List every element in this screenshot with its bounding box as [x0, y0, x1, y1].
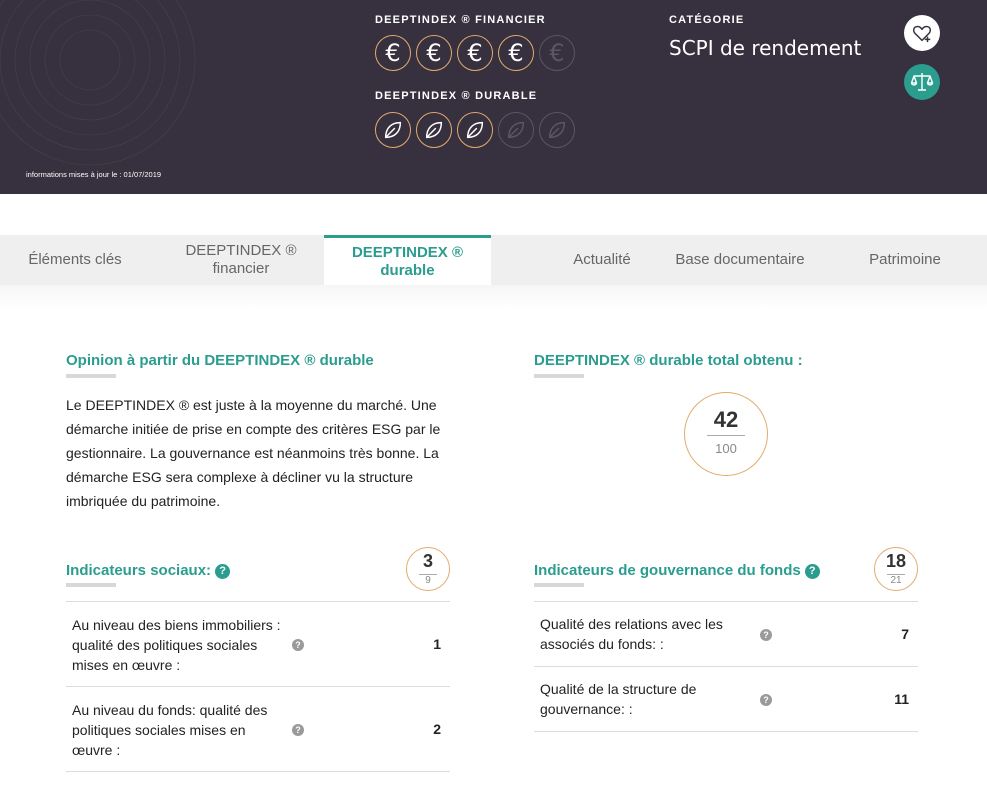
- opinion-title: Opinion à partir du DEEPTINDEX ® durable: [66, 352, 374, 369]
- help-icon[interactable]: ?: [760, 694, 772, 706]
- social-indicators-table: Au niveau des biens immobiliers : qualit…: [66, 601, 450, 772]
- indicator-value: 1: [433, 636, 441, 652]
- gouvernance-max: 21: [890, 575, 902, 586]
- durable-rating: [375, 112, 575, 148]
- leaf-icon-inactive: [498, 112, 534, 148]
- social-title-text: Indicateurs sociaux:: [66, 562, 212, 579]
- title-underline: [66, 374, 116, 378]
- balance-scale-icon: [910, 73, 934, 91]
- table-bottom-border: [66, 771, 450, 772]
- help-icon[interactable]: ?: [760, 629, 772, 641]
- financier-label: DEEPTINDEX ® FINANCIER: [375, 14, 546, 26]
- social-score-badge: 3 9: [406, 547, 450, 591]
- table-row: Au niveau des biens immobiliers : qualit…: [66, 601, 450, 686]
- help-icon[interactable]: ?: [804, 563, 820, 579]
- gouvernance-title-text: Indicateurs de gouvernance du fonds: [534, 562, 801, 579]
- indicator-label: Qualité des relations avec les associés …: [540, 616, 723, 652]
- financier-rating: € € € € €: [375, 35, 575, 71]
- categorie-value: SCPI de rendement: [669, 36, 862, 60]
- leaf-icon: [457, 112, 493, 148]
- tab-shadow: [0, 285, 987, 309]
- opinion-text: Le DEEPTINDEX ® est juste à la moyenne d…: [66, 397, 441, 509]
- table-row: Au niveau du fonds: qualité des politiqu…: [66, 686, 450, 771]
- gouvernance-indicators-table: Qualité des relations avec les associés …: [534, 601, 918, 732]
- tab-patrimoine[interactable]: Patrimoine: [850, 235, 960, 285]
- durable-label: DEEPTINDEX ® DURABLE: [375, 90, 538, 102]
- title-underline: [534, 374, 584, 378]
- total-title: DEEPTINDEX ® durable total obtenu :: [534, 352, 803, 369]
- total-max: 100: [715, 441, 737, 456]
- help-icon[interactable]: ?: [292, 724, 304, 736]
- title-underline: [534, 583, 584, 587]
- indicator-value: 2: [433, 721, 441, 737]
- euro-icon: €: [416, 35, 452, 71]
- tab-base-documentaire[interactable]: Base documentaire: [656, 235, 824, 285]
- indicator-label: Qualité de la structure de gouvernance: …: [540, 681, 697, 717]
- compare-button[interactable]: [904, 64, 940, 100]
- euro-icon: €: [498, 35, 534, 71]
- fund-header: DEEPTINDEX ® FINANCIER € € € € € DEEPTIN…: [0, 0, 987, 194]
- tab-deeptindex-durable[interactable]: DEEPTINDEX ® durable: [324, 235, 491, 285]
- update-date: informations mises à jour le : 01/07/201…: [26, 170, 162, 179]
- table-row: Qualité des relations avec les associés …: [534, 601, 918, 666]
- help-icon[interactable]: ?: [215, 563, 231, 579]
- leaf-icon: [375, 112, 411, 148]
- leaf-icon: [416, 112, 452, 148]
- social-score: 3: [422, 551, 433, 571]
- indicator-label: Au niveau du fonds: qualité des politiqu…: [72, 702, 268, 758]
- euro-icon: €: [375, 35, 411, 71]
- help-icon[interactable]: ?: [292, 639, 304, 651]
- tab-deeptindex-financier[interactable]: DEEPTINDEX ® financier: [158, 235, 324, 285]
- table-bottom-border: [534, 731, 918, 732]
- gouvernance-score-badge: 18 21: [874, 547, 918, 591]
- score-separator: [707, 435, 745, 436]
- indicator-label: Au niveau des biens immobiliers : qualit…: [72, 617, 281, 673]
- background-texture: [0, 0, 196, 166]
- leaf-icon-inactive: [539, 112, 575, 148]
- total-score-badge: 42 100: [684, 392, 768, 476]
- title-underline: [66, 583, 116, 587]
- add-favorite-button[interactable]: [904, 15, 940, 51]
- social-title: Indicateurs sociaux:?: [66, 562, 231, 579]
- euro-icon: €: [457, 35, 493, 71]
- social-max: 9: [425, 575, 431, 586]
- euro-icon-inactive: €: [539, 35, 575, 71]
- gouvernance-title: Indicateurs de gouvernance du fonds?: [534, 562, 820, 579]
- gouvernance-score: 18: [885, 551, 907, 571]
- indicator-value: 11: [894, 691, 909, 707]
- indicator-value: 7: [901, 626, 909, 642]
- total-score: 42: [713, 407, 739, 432]
- table-row: Qualité de la structure de gouvernance: …: [534, 666, 918, 731]
- categorie-label: CATÉGORIE: [669, 14, 745, 26]
- tab-bar: Éléments clés DEEPTINDEX ® financier DEE…: [0, 235, 987, 285]
- tab-elements-cles[interactable]: Éléments clés: [0, 235, 150, 285]
- heart-plus-icon: [912, 25, 932, 43]
